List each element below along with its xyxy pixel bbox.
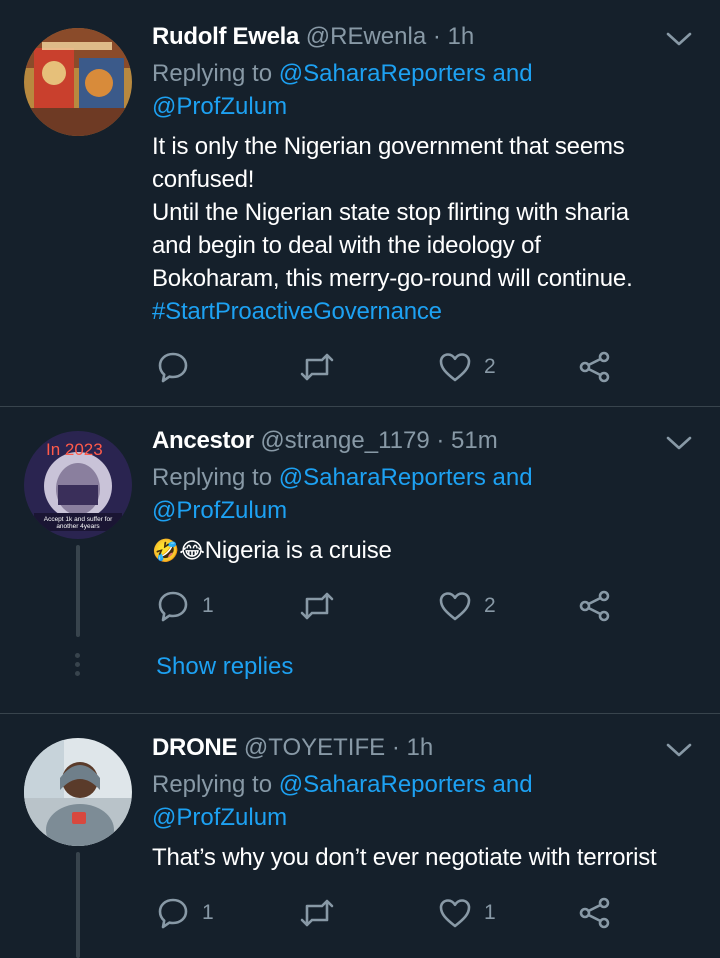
retweet-icon (300, 592, 334, 620)
timestamp[interactable]: · 1h (392, 734, 433, 761)
mention-link[interactable]: @ProfZulum (152, 93, 287, 120)
avatar-drone[interactable] (24, 738, 132, 846)
tweet-line: Bokoharam, this merry-go-round will cont… (152, 265, 633, 292)
author-handle[interactable]: @REwenla (306, 23, 426, 50)
svg-text:another 4years: another 4years (56, 523, 100, 530)
like-icon (439, 592, 471, 621)
show-replies-link[interactable]: Show replies (156, 653, 293, 681)
mention-link[interactable]: @SaharaReporters and (279, 771, 533, 798)
share-icon (579, 897, 610, 929)
thread-dots (75, 653, 81, 680)
thread-line (76, 852, 80, 958)
chevron-down-icon[interactable] (664, 433, 694, 453)
share-icon (579, 351, 610, 383)
tweet-text: 🤣😂Nigeria is a cruise (152, 534, 692, 567)
tweet-actions: 2 (152, 347, 672, 387)
retweet-icon (300, 353, 334, 381)
reply-icon (158, 352, 188, 383)
replying-prefix: Replying to (152, 464, 279, 491)
like-icon (439, 353, 471, 382)
author-name[interactable]: DRONE (152, 734, 237, 761)
like-button[interactable]: 2 (438, 586, 496, 626)
replying-prefix: Replying to (152, 771, 279, 798)
avatar-rudolf[interactable] (24, 28, 132, 136)
tweet-3[interactable]: DRONE @TOYETIFE · 1h Replying to @Sahara… (0, 714, 720, 958)
tweet-actions: 1 1 (152, 893, 672, 933)
reply-count: 1 (202, 594, 214, 617)
reply-icon (158, 591, 188, 622)
like-button[interactable]: 1 (438, 893, 496, 933)
author-name[interactable]: Rudolf Ewela (152, 23, 299, 50)
mention-link[interactable]: @SaharaReporters and (279, 464, 533, 491)
tweet-text: It is only the Nigerian government that … (152, 130, 692, 328)
replying-to: Replying to @SaharaReporters and @ProfZu… (152, 57, 692, 123)
like-count: 2 (484, 594, 496, 617)
retweet-button[interactable] (299, 347, 335, 387)
author-handle[interactable]: @TOYETIFE (244, 734, 385, 761)
tweet-line: and begin to deal with the ideology of (152, 232, 541, 259)
chevron-down-icon[interactable] (664, 29, 694, 49)
like-count: 1 (484, 901, 496, 924)
reply-button[interactable] (156, 347, 190, 387)
like-count: 2 (484, 355, 496, 378)
thread-line (76, 545, 80, 637)
share-button[interactable] (578, 893, 612, 933)
like-button[interactable]: 2 (438, 347, 496, 387)
tweet-line: It is only the Nigerian government that … (152, 133, 625, 160)
replying-to: Replying to @SaharaReporters and @ProfZu… (152, 768, 692, 834)
retweet-button[interactable] (299, 586, 335, 626)
svg-text:Accept 1k and suffer for: Accept 1k and suffer for (44, 516, 113, 523)
tweet-line: That’s why you don’t ever negotiate with… (152, 844, 657, 871)
share-button[interactable] (578, 347, 612, 387)
tweet-actions: 1 2 (152, 586, 672, 626)
avatar-ancestor[interactable]: In 2023 Accept 1k and suffer for another… (24, 431, 132, 539)
tweet-line: Nigeria is a cruise (204, 537, 392, 564)
tweet-line: Until the Nigerian state stop flirting w… (152, 199, 629, 226)
reply-button[interactable]: 1 (156, 893, 214, 933)
tweet-2[interactable]: In 2023 Accept 1k and suffer for another… (0, 407, 720, 712)
avatar-text: In 2023 (46, 440, 103, 459)
share-icon (579, 590, 610, 622)
tweet-line: confused! (152, 166, 255, 193)
author-handle[interactable]: @strange_1179 (260, 427, 429, 454)
author-name[interactable]: Ancestor (152, 427, 254, 454)
retweet-icon (300, 899, 334, 927)
retweet-button[interactable] (299, 893, 335, 933)
chevron-down-icon[interactable] (664, 740, 694, 760)
reply-count: 1 (202, 901, 214, 924)
mention-link[interactable]: @ProfZulum (152, 804, 287, 831)
emoji: 🤣😂 (152, 538, 205, 563)
tweet-1[interactable]: Rudolf Ewela @REwenla · 1h Replying to @… (0, 0, 720, 405)
tweet-text: That’s why you don’t ever negotiate with… (152, 841, 692, 874)
timestamp[interactable]: · 51m (436, 427, 497, 454)
reply-icon (158, 898, 188, 929)
reply-button[interactable]: 1 (156, 586, 214, 626)
mention-link[interactable]: @SaharaReporters and (279, 60, 533, 87)
mention-link[interactable]: @ProfZulum (152, 497, 287, 524)
replying-to: Replying to @SaharaReporters and @ProfZu… (152, 461, 692, 527)
share-button[interactable] (578, 586, 612, 626)
timestamp[interactable]: · 1h (433, 23, 474, 50)
replying-prefix: Replying to (152, 60, 279, 87)
hashtag-link[interactable]: #StartProactiveGovernance (152, 295, 692, 328)
like-icon (439, 899, 471, 928)
